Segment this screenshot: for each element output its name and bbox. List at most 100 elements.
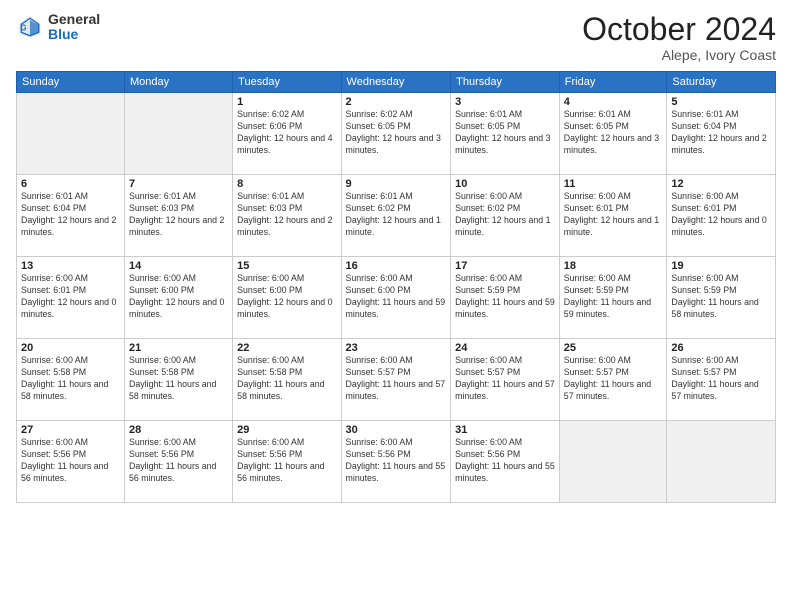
day-number: 15 (237, 260, 336, 272)
day-info: Sunrise: 6:00 AM Sunset: 6:00 PM Dayligh… (346, 273, 447, 321)
day-number: 9 (346, 178, 447, 190)
day-info: Sunrise: 6:00 AM Sunset: 5:56 PM Dayligh… (21, 437, 120, 485)
calendar-cell: 30Sunrise: 6:00 AM Sunset: 5:56 PM Dayli… (341, 421, 451, 503)
weekday-header-row: SundayMondayTuesdayWednesdayThursdayFrid… (17, 72, 776, 93)
calendar-cell: 6Sunrise: 6:01 AM Sunset: 6:04 PM Daylig… (17, 175, 125, 257)
day-number: 27 (21, 424, 120, 436)
calendar-cell: 9Sunrise: 6:01 AM Sunset: 6:02 PM Daylig… (341, 175, 451, 257)
day-number: 2 (346, 96, 447, 108)
title-block: October 2024 Alepe, Ivory Coast (582, 12, 776, 63)
day-number: 7 (129, 178, 228, 190)
calendar-cell: 22Sunrise: 6:00 AM Sunset: 5:58 PM Dayli… (233, 339, 341, 421)
calendar-cell: 29Sunrise: 6:00 AM Sunset: 5:56 PM Dayli… (233, 421, 341, 503)
calendar-week-row: 6Sunrise: 6:01 AM Sunset: 6:04 PM Daylig… (17, 175, 776, 257)
location-subtitle: Alepe, Ivory Coast (582, 47, 776, 63)
day-number: 13 (21, 260, 120, 272)
day-info: Sunrise: 6:00 AM Sunset: 5:56 PM Dayligh… (346, 437, 447, 485)
weekday-header-tuesday: Tuesday (233, 72, 341, 93)
calendar-cell: 3Sunrise: 6:01 AM Sunset: 6:05 PM Daylig… (451, 93, 560, 175)
logo-general-text: General (48, 12, 100, 27)
day-number: 14 (129, 260, 228, 272)
day-info: Sunrise: 6:00 AM Sunset: 5:57 PM Dayligh… (455, 355, 555, 403)
calendar-cell: 11Sunrise: 6:00 AM Sunset: 6:01 PM Dayli… (559, 175, 667, 257)
calendar-cell: 2Sunrise: 6:02 AM Sunset: 6:05 PM Daylig… (341, 93, 451, 175)
page: G General Blue October 2024 Alepe, Ivory… (0, 0, 792, 612)
calendar-cell: 25Sunrise: 6:00 AM Sunset: 5:57 PM Dayli… (559, 339, 667, 421)
calendar-cell: 1Sunrise: 6:02 AM Sunset: 6:06 PM Daylig… (233, 93, 341, 175)
day-number: 25 (564, 342, 663, 354)
calendar-week-row: 13Sunrise: 6:00 AM Sunset: 6:01 PM Dayli… (17, 257, 776, 339)
day-info: Sunrise: 6:00 AM Sunset: 5:58 PM Dayligh… (237, 355, 336, 403)
day-number: 23 (346, 342, 447, 354)
day-info: Sunrise: 6:00 AM Sunset: 5:57 PM Dayligh… (346, 355, 447, 403)
calendar-cell (125, 93, 233, 175)
day-info: Sunrise: 6:00 AM Sunset: 5:59 PM Dayligh… (564, 273, 663, 321)
calendar-cell: 12Sunrise: 6:00 AM Sunset: 6:01 PM Dayli… (667, 175, 776, 257)
day-number: 11 (564, 178, 663, 190)
day-number: 20 (21, 342, 120, 354)
day-number: 6 (21, 178, 120, 190)
calendar-cell: 15Sunrise: 6:00 AM Sunset: 6:00 PM Dayli… (233, 257, 341, 339)
day-info: Sunrise: 6:02 AM Sunset: 6:05 PM Dayligh… (346, 109, 447, 157)
day-info: Sunrise: 6:00 AM Sunset: 5:57 PM Dayligh… (671, 355, 771, 403)
day-number: 28 (129, 424, 228, 436)
logo-text: General Blue (48, 12, 100, 43)
svg-text:G: G (20, 24, 26, 33)
calendar-week-row: 27Sunrise: 6:00 AM Sunset: 5:56 PM Dayli… (17, 421, 776, 503)
day-number: 24 (455, 342, 555, 354)
calendar-cell: 5Sunrise: 6:01 AM Sunset: 6:04 PM Daylig… (667, 93, 776, 175)
day-number: 1 (237, 96, 336, 108)
calendar-cell: 20Sunrise: 6:00 AM Sunset: 5:58 PM Dayli… (17, 339, 125, 421)
calendar-cell: 19Sunrise: 6:00 AM Sunset: 5:59 PM Dayli… (667, 257, 776, 339)
calendar-cell: 27Sunrise: 6:00 AM Sunset: 5:56 PM Dayli… (17, 421, 125, 503)
day-info: Sunrise: 6:00 AM Sunset: 6:02 PM Dayligh… (455, 191, 555, 239)
day-number: 26 (671, 342, 771, 354)
day-number: 4 (564, 96, 663, 108)
day-info: Sunrise: 6:01 AM Sunset: 6:03 PM Dayligh… (237, 191, 336, 239)
month-title: October 2024 (582, 12, 776, 47)
calendar-cell: 24Sunrise: 6:00 AM Sunset: 5:57 PM Dayli… (451, 339, 560, 421)
day-number: 16 (346, 260, 447, 272)
day-info: Sunrise: 6:00 AM Sunset: 6:01 PM Dayligh… (21, 273, 120, 321)
calendar-cell: 10Sunrise: 6:00 AM Sunset: 6:02 PM Dayli… (451, 175, 560, 257)
calendar-cell: 4Sunrise: 6:01 AM Sunset: 6:05 PM Daylig… (559, 93, 667, 175)
header: G General Blue October 2024 Alepe, Ivory… (16, 12, 776, 63)
day-info: Sunrise: 6:01 AM Sunset: 6:05 PM Dayligh… (455, 109, 555, 157)
day-info: Sunrise: 6:00 AM Sunset: 6:00 PM Dayligh… (237, 273, 336, 321)
calendar-cell: 23Sunrise: 6:00 AM Sunset: 5:57 PM Dayli… (341, 339, 451, 421)
day-info: Sunrise: 6:01 AM Sunset: 6:05 PM Dayligh… (564, 109, 663, 157)
calendar-cell: 17Sunrise: 6:00 AM Sunset: 5:59 PM Dayli… (451, 257, 560, 339)
day-info: Sunrise: 6:01 AM Sunset: 6:03 PM Dayligh… (129, 191, 228, 239)
day-info: Sunrise: 6:00 AM Sunset: 6:00 PM Dayligh… (129, 273, 228, 321)
day-number: 30 (346, 424, 447, 436)
calendar-table: SundayMondayTuesdayWednesdayThursdayFrid… (16, 71, 776, 503)
day-info: Sunrise: 6:00 AM Sunset: 6:01 PM Dayligh… (671, 191, 771, 239)
day-number: 18 (564, 260, 663, 272)
day-info: Sunrise: 6:02 AM Sunset: 6:06 PM Dayligh… (237, 109, 336, 157)
day-info: Sunrise: 6:00 AM Sunset: 5:58 PM Dayligh… (129, 355, 228, 403)
day-info: Sunrise: 6:00 AM Sunset: 5:59 PM Dayligh… (455, 273, 555, 321)
calendar-cell: 16Sunrise: 6:00 AM Sunset: 6:00 PM Dayli… (341, 257, 451, 339)
weekday-header-friday: Friday (559, 72, 667, 93)
day-number: 29 (237, 424, 336, 436)
logo-icon: G (16, 13, 44, 41)
weekday-header-saturday: Saturday (667, 72, 776, 93)
day-number: 17 (455, 260, 555, 272)
weekday-header-thursday: Thursday (451, 72, 560, 93)
day-number: 10 (455, 178, 555, 190)
day-info: Sunrise: 6:00 AM Sunset: 5:56 PM Dayligh… (237, 437, 336, 485)
day-info: Sunrise: 6:01 AM Sunset: 6:04 PM Dayligh… (671, 109, 771, 157)
calendar-cell: 14Sunrise: 6:00 AM Sunset: 6:00 PM Dayli… (125, 257, 233, 339)
calendar-cell: 21Sunrise: 6:00 AM Sunset: 5:58 PM Dayli… (125, 339, 233, 421)
calendar-cell: 28Sunrise: 6:00 AM Sunset: 5:56 PM Dayli… (125, 421, 233, 503)
calendar-week-row: 1Sunrise: 6:02 AM Sunset: 6:06 PM Daylig… (17, 93, 776, 175)
logo: G General Blue (16, 12, 100, 43)
day-number: 5 (671, 96, 771, 108)
calendar-cell: 8Sunrise: 6:01 AM Sunset: 6:03 PM Daylig… (233, 175, 341, 257)
calendar-cell: 26Sunrise: 6:00 AM Sunset: 5:57 PM Dayli… (667, 339, 776, 421)
day-info: Sunrise: 6:00 AM Sunset: 5:57 PM Dayligh… (564, 355, 663, 403)
calendar-cell (667, 421, 776, 503)
day-number: 31 (455, 424, 555, 436)
day-number: 19 (671, 260, 771, 272)
calendar-cell (17, 93, 125, 175)
